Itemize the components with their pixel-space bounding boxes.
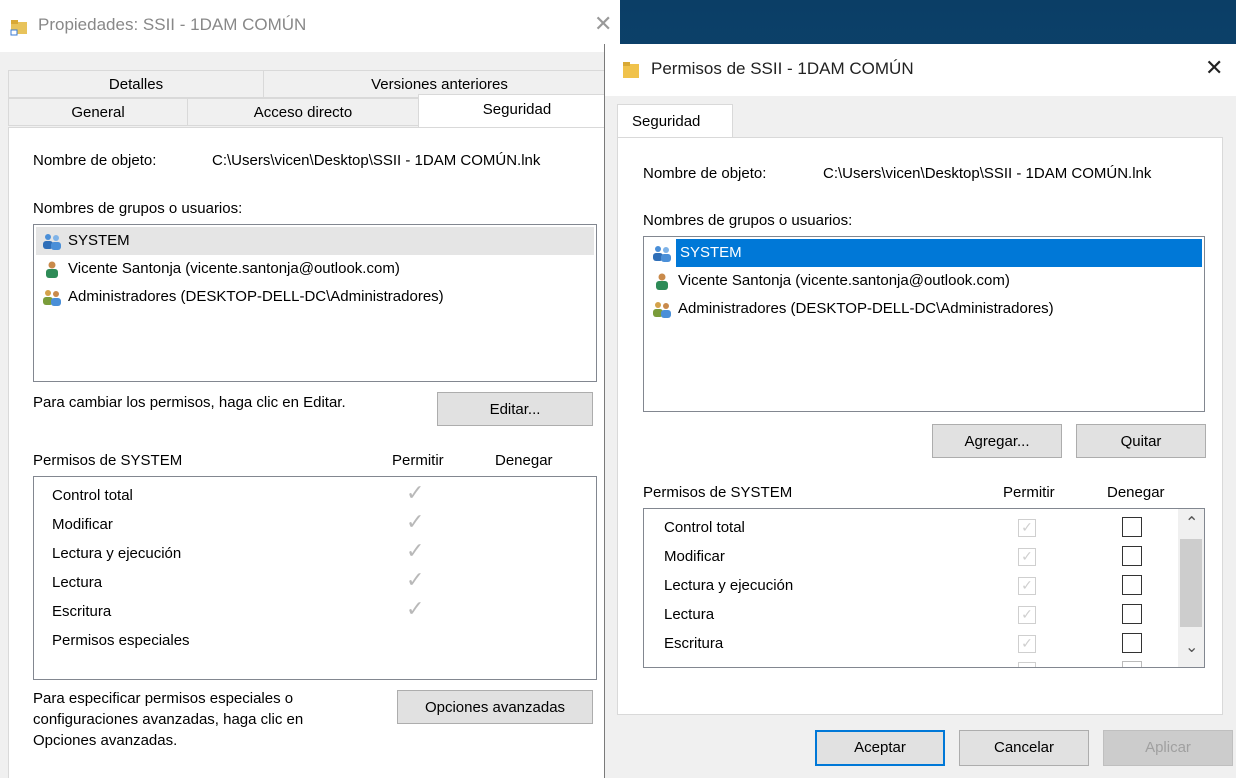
- permission-name: Escritura: [664, 635, 724, 652]
- front-security-panel: Nombre de objeto: C:\Users\vicen\Desktop…: [617, 137, 1223, 715]
- list-item-vicente[interactable]: Vicente Santonja (vicente.santonja@outlo…: [646, 267, 1202, 295]
- permissions-label: Permisos de SYSTEM: [643, 484, 793, 501]
- permissions-close-icon[interactable]: ✕: [1205, 56, 1223, 81]
- deny-checkbox[interactable]: [1122, 575, 1142, 595]
- permissions-label: Permisos de SYSTEM: [33, 452, 183, 469]
- permission-name: Escritura: [52, 603, 112, 620]
- list-item-label: Administradores (DESKTOP-DELL-DC\Adminis…: [678, 300, 1054, 317]
- user-icon: [46, 261, 58, 278]
- permission-name: Permisos especiales: [52, 632, 190, 649]
- deny-header: Denegar: [1107, 484, 1165, 501]
- permissions-scrollbar[interactable]: ⌃ ⌄: [1178, 509, 1204, 667]
- allow-check-icon: ✓: [406, 510, 425, 535]
- permissions-dialog: Permisos de SSII - 1DAM COMÚN ✕ Segurida…: [604, 44, 1236, 778]
- permission-name: Lectura y ejecución: [664, 577, 794, 594]
- group-icon: [43, 234, 61, 250]
- list-item-vicente[interactable]: Vicente Santonja (vicente.santonja@outlo…: [36, 255, 594, 283]
- permission-name: Modificar: [52, 516, 113, 533]
- advanced-hint-line2: configuraciones avanzadas, haga clic en: [33, 711, 304, 728]
- allow-checkbox-partial: [1018, 662, 1036, 667]
- list-item-administradores[interactable]: Administradores (DESKTOP-DELL-DC\Adminis…: [646, 295, 1202, 323]
- groups-listbox-front[interactable]: SYSTEM Vicente Santonja (vicente.santonj…: [643, 236, 1205, 412]
- ok-button[interactable]: Aceptar: [815, 730, 945, 766]
- group-icon: [653, 302, 671, 318]
- deny-checkbox[interactable]: [1122, 633, 1142, 653]
- permission-name: Control total: [52, 487, 133, 504]
- allow-check-icon: ✓: [406, 597, 425, 622]
- apply-button: Aplicar: [1103, 730, 1233, 766]
- folder-icon: [623, 62, 639, 78]
- deny-checkbox[interactable]: [1122, 517, 1142, 537]
- list-item-administradores[interactable]: Administradores (DESKTOP-DELL-DC\Adminis…: [36, 283, 594, 311]
- tab-seguridad[interactable]: Seguridad: [418, 94, 616, 128]
- properties-titlebar[interactable]: Propiedades: SSII - 1DAM COMÚN ✕: [0, 0, 620, 52]
- groups-label: Nombres de grupos o usuarios:: [33, 200, 243, 217]
- tab-acceso-directo[interactable]: Acceso directo: [187, 98, 419, 126]
- deny-checkbox[interactable]: [1122, 546, 1142, 566]
- allow-check-icon: ✓: [406, 481, 425, 506]
- advanced-options-button[interactable]: Opciones avanzadas: [397, 690, 593, 724]
- list-item-label-selected: SYSTEM: [676, 239, 1202, 267]
- properties-title: Propiedades: SSII - 1DAM COMÚN: [38, 15, 307, 34]
- permissions-listbox-front[interactable]: Control total ✓ Modificar ✓ Lectura y ej…: [643, 508, 1205, 668]
- allow-header: Permitir: [392, 452, 444, 469]
- tab-seguridad-front[interactable]: Seguridad: [617, 104, 733, 138]
- properties-close-icon[interactable]: ✕: [594, 12, 612, 37]
- list-item-system[interactable]: SYSTEM: [646, 239, 1202, 267]
- allow-checkbox-disabled: ✓: [1018, 519, 1036, 537]
- advanced-hint-line1: Para especificar permisos especiales o: [33, 690, 294, 707]
- security-panel: Nombre de objeto: C:\Users\vicen\Desktop…: [8, 127, 616, 778]
- allow-checkbox-disabled: ✓: [1018, 606, 1036, 624]
- tab-detalles[interactable]: Detalles: [8, 70, 264, 98]
- permission-name: Lectura: [664, 606, 715, 623]
- permission-name: Modificar: [664, 548, 725, 565]
- permission-name: Lectura: [52, 574, 103, 591]
- permission-name: Control total: [664, 519, 745, 536]
- shortcut-folder-icon: [10, 20, 27, 36]
- list-item-label: Vicente Santonja (vicente.santonja@outlo…: [68, 260, 400, 277]
- tab-general[interactable]: General: [8, 98, 188, 126]
- edit-button[interactable]: Editar...: [437, 392, 593, 426]
- deny-header: Denegar: [495, 452, 553, 469]
- deny-checkbox-partial[interactable]: [1122, 661, 1142, 667]
- scroll-down-icon[interactable]: ⌄: [1185, 637, 1198, 656]
- list-item-system[interactable]: SYSTEM: [36, 227, 594, 255]
- permissions-listbox: Control total ✓ Modificar ✓ Lectura y ej…: [33, 476, 597, 680]
- allow-checkbox-disabled: ✓: [1018, 548, 1036, 566]
- object-name-label: Nombre de objeto:: [643, 165, 767, 182]
- object-name-value: C:\Users\vicen\Desktop\SSII - 1DAM COMÚN…: [823, 165, 1152, 182]
- object-name-value: C:\Users\vicen\Desktop\SSII - 1DAM COMÚN…: [212, 152, 541, 169]
- permission-name: Lectura y ejecución: [52, 545, 182, 562]
- permissions-title: Permisos de SSII - 1DAM COMÚN: [651, 59, 914, 78]
- group-icon: [653, 246, 671, 262]
- groups-listbox[interactable]: SYSTEM Vicente Santonja (vicente.santonj…: [33, 224, 597, 382]
- deny-checkbox[interactable]: [1122, 604, 1142, 624]
- properties-dialog: Propiedades: SSII - 1DAM COMÚN ✕ Detalle…: [0, 0, 620, 778]
- scroll-up-icon[interactable]: ⌃: [1185, 513, 1198, 532]
- permissions-titlebar[interactable]: Permisos de SSII - 1DAM COMÚN ✕: [605, 44, 1236, 96]
- allow-check-icon: ✓: [406, 539, 425, 564]
- group-icon: [43, 290, 61, 306]
- user-icon: [656, 273, 668, 290]
- list-item-label: Administradores (DESKTOP-DELL-DC\Adminis…: [68, 288, 444, 305]
- allow-checkbox-disabled: ✓: [1018, 635, 1036, 653]
- scroll-thumb[interactable]: [1180, 539, 1202, 627]
- change-permissions-hint: Para cambiar los permisos, haga clic en …: [33, 394, 346, 411]
- add-button[interactable]: Agregar...: [932, 424, 1062, 458]
- allow-header: Permitir: [1003, 484, 1055, 501]
- list-item-label: SYSTEM: [68, 232, 130, 249]
- list-item-label: Vicente Santonja (vicente.santonja@outlo…: [678, 272, 1010, 289]
- cancel-button[interactable]: Cancelar: [959, 730, 1089, 766]
- remove-button[interactable]: Quitar: [1076, 424, 1206, 458]
- allow-checkbox-disabled: ✓: [1018, 577, 1036, 595]
- groups-label: Nombres de grupos o usuarios:: [643, 212, 853, 229]
- object-name-label: Nombre de objeto:: [33, 152, 157, 169]
- allow-check-icon: ✓: [406, 568, 425, 593]
- advanced-hint-line3: Opciones avanzadas.: [33, 732, 178, 749]
